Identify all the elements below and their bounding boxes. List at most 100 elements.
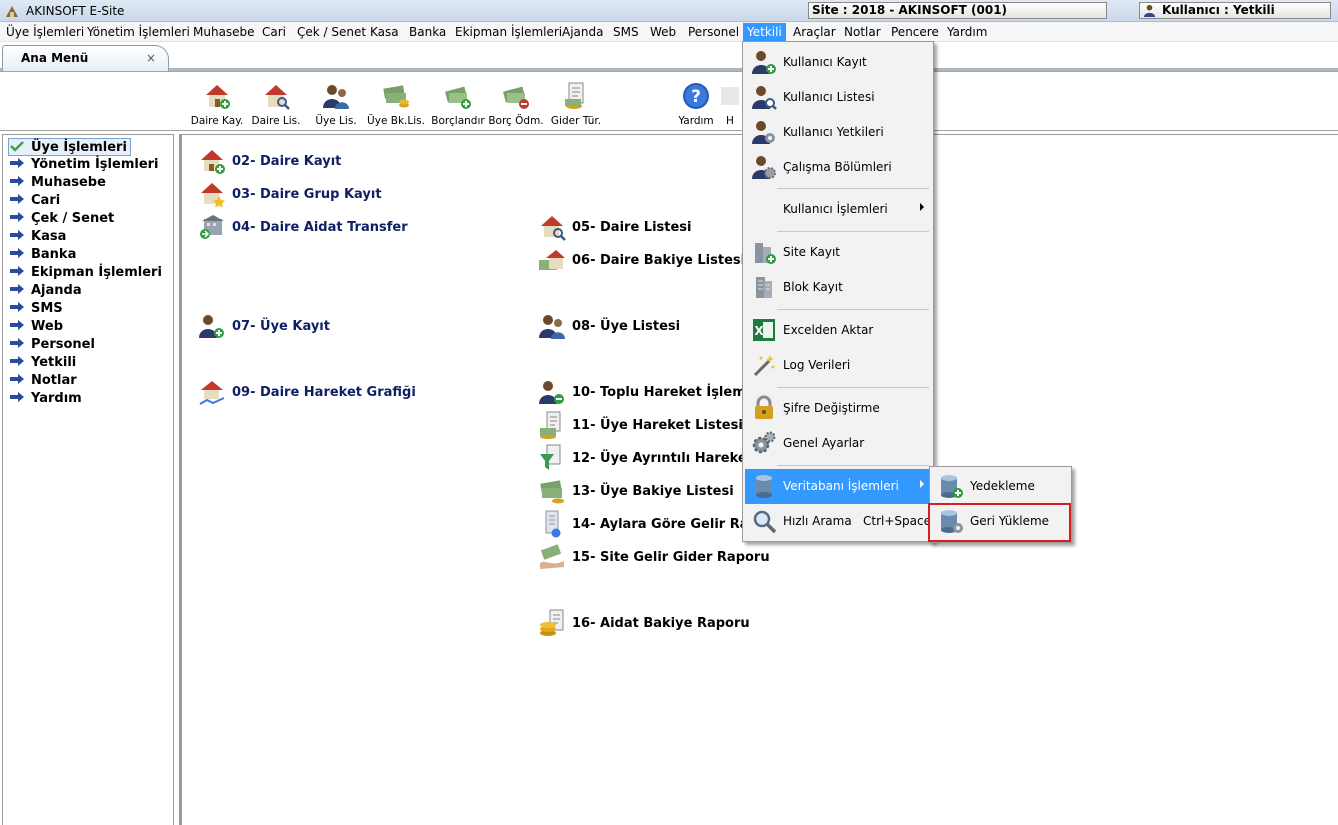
sidebar-item-label: Personel: [31, 337, 95, 352]
menu-muhasebe[interactable]: Muhasebe: [189, 23, 259, 41]
sidebar-item-cek-senet[interactable]: Çek / Senet: [9, 210, 114, 228]
menu-item-genel-ayarlar[interactable]: Genel Ayarlar: [745, 426, 931, 461]
submenu-arrow-icon: [920, 480, 924, 488]
building-transfer-icon: [200, 215, 224, 239]
menu-personel[interactable]: Personel: [684, 23, 743, 41]
menu-separator: [777, 465, 929, 466]
content-item-label: 08- Üye Listesi: [572, 319, 681, 334]
menu-item-excelden-aktar[interactable]: X Excelden Aktar: [745, 313, 931, 348]
document-money-icon: [540, 411, 561, 439]
toolbar-daire-kayit-button[interactable]: Daire Kay.: [189, 81, 245, 129]
menu-item-calisma-bolumleri[interactable]: Çalışma Bölümleri: [745, 150, 931, 185]
house-chart-icon: [199, 381, 225, 405]
window-title: AKINSOFT E-Site: [26, 4, 125, 18]
sidebar-item-yonetim-islemleri[interactable]: Yönetim İşlemleri: [9, 156, 159, 174]
menu-item-label: Kullanıcı Yetkileri: [783, 125, 884, 139]
menu-yetkili[interactable]: Yetkili: [743, 23, 786, 41]
menu-uye-islemleri[interactable]: Üye İşlemleri: [2, 23, 88, 41]
sidebar-item-uye-islemleri[interactable]: Üye İşlemleri: [8, 138, 131, 156]
menu-item-log-verileri[interactable]: Log Verileri: [745, 348, 931, 383]
toolbar-truncated-button[interactable]: H: [715, 81, 745, 129]
sidebar-item-web[interactable]: Web: [9, 318, 63, 336]
tab-ana-menu[interactable]: Ana Menü ×: [2, 45, 169, 71]
content-item-label: 04- Daire Aidat Transfer: [232, 220, 408, 235]
menu-sms[interactable]: SMS: [609, 23, 643, 41]
toolbar-uye-bakiye-listesi-button[interactable]: Üye Bk.Lis.: [367, 81, 425, 129]
toolbar-gider-turleri-button[interactable]: Gider Tür.: [548, 81, 604, 129]
menu-item-label: Şifre Değiştirme: [783, 401, 880, 415]
toolbar-daire-listesi-button[interactable]: Daire Lis.: [248, 81, 304, 129]
toolbar-uye-listesi-button[interactable]: Üye Lis.: [308, 81, 364, 129]
sidebar-item-label: Notlar: [31, 373, 77, 388]
menu-item-sifre-degistirme[interactable]: Şifre Değiştirme: [745, 391, 931, 426]
menu-ekipman-islemleri[interactable]: Ekipman İşlemleri: [451, 23, 566, 41]
menu-item-hizli-arama[interactable]: Hızlı Arama Ctrl+Space: [745, 504, 931, 539]
sidebar-item-label: Muhasebe: [31, 175, 106, 190]
user-indicator[interactable]: Kullanıcı : Yetkili: [1139, 2, 1331, 19]
toolbar-borc-odeme-button[interactable]: Borç Ödm.: [488, 81, 544, 129]
toolbar: Daire Kay. Daire Lis. Üye Lis. Üye Bk.Li…: [0, 71, 1338, 131]
house-money-icon: [539, 250, 565, 270]
database-icon: [756, 475, 772, 498]
sidebar-item-ajanda[interactable]: Ajanda: [9, 282, 82, 300]
site-indicator[interactable]: Site : 2018 - AKINSOFT (001): [808, 2, 1107, 19]
sidebar-item-yetkili[interactable]: Yetkili: [9, 354, 76, 372]
sidebar-item-yardim[interactable]: Yardım: [9, 390, 82, 408]
menu-item-kullanici-listesi[interactable]: Kullanıcı Listesi: [745, 80, 931, 115]
menu-araclar[interactable]: Araçlar: [789, 23, 840, 41]
menu-item-label: Kullanıcı Listesi: [783, 90, 875, 104]
menu-item-kullanici-yetkileri[interactable]: Kullanıcı Yetkileri: [745, 115, 931, 150]
menu-item-veritabani-islemleri[interactable]: Veritabanı İşlemleri: [745, 469, 931, 504]
users-process-icon: [539, 381, 564, 404]
arrow-right-icon: [10, 158, 24, 168]
menu-kasa[interactable]: Kasa: [366, 23, 403, 41]
menu-separator: [777, 309, 929, 310]
coins-report-icon: [540, 609, 564, 636]
users-icon: [539, 315, 565, 339]
user-search-icon: [752, 86, 777, 110]
content-item-label: 06- Daire Bakiye Listesi: [572, 253, 746, 268]
lock-icon: [755, 395, 773, 419]
menu-item-site-kayit[interactable]: Site Kayıt: [745, 235, 931, 270]
sidebar-item-label: Yetkili: [31, 355, 77, 370]
sidebar-item-banka[interactable]: Banka: [9, 246, 76, 264]
search-icon: [753, 510, 777, 534]
sidebar-item-cari[interactable]: Cari: [9, 192, 60, 210]
arrow-right-icon: [10, 320, 24, 330]
sidebar-item-kasa[interactable]: Kasa: [9, 228, 66, 246]
toolbar-icon: [721, 87, 739, 105]
svg-text:?: ?: [691, 87, 701, 107]
sidebar-item-ekipman-islemleri[interactable]: Ekipman İşlemleri: [9, 264, 162, 282]
user-icon: [1143, 4, 1156, 17]
menu-item-blok-kayit[interactable]: Blok Kayıt: [745, 270, 931, 305]
menu-item-kullanici-kayit[interactable]: Kullanıcı Kayıt: [745, 45, 931, 80]
menu-ajanda[interactable]: Ajanda: [558, 23, 607, 41]
content-item-label: 14- Aylara Göre Gelir Rapo: [572, 517, 767, 532]
sidebar-item-notlar[interactable]: Notlar: [9, 372, 77, 390]
menu-item-kullanici-islemleri[interactable]: Kullanıcı İşlemleri: [745, 192, 931, 227]
sidebar: Üye İşlemleri Yönetim İşlemleri Muhasebe…: [2, 134, 174, 825]
house-add-icon: [201, 150, 225, 174]
database-add-icon: [941, 475, 963, 498]
menu-banka[interactable]: Banka: [405, 23, 450, 41]
menu-cari[interactable]: Cari: [258, 23, 290, 41]
arrow-right-icon: [10, 284, 24, 294]
sidebar-item-muhasebe[interactable]: Muhasebe: [9, 174, 106, 192]
menu-pencere[interactable]: Pencere: [887, 23, 943, 41]
menu-notlar[interactable]: Notlar: [840, 23, 885, 41]
content-item-label: 03- Daire Grup Kayıt: [232, 187, 382, 202]
money-icon: [383, 85, 409, 108]
submenu-item-yedekleme[interactable]: Yedekleme: [932, 469, 1069, 504]
menu-yardim[interactable]: Yardım: [943, 23, 991, 41]
menu-separator: [777, 387, 929, 388]
sidebar-item-sms[interactable]: SMS: [9, 300, 63, 318]
menu-item-label: Excelden Aktar: [783, 323, 874, 337]
sidebar-item-label: Ajanda: [31, 283, 82, 298]
sidebar-item-label: Yardım: [31, 391, 82, 406]
close-icon[interactable]: ×: [146, 51, 156, 65]
sidebar-item-personel[interactable]: Personel: [9, 336, 95, 354]
checkmark-icon: [10, 141, 24, 152]
menu-yonetim-islemleri[interactable]: Yönetim İşlemleri: [83, 23, 194, 41]
menu-web[interactable]: Web: [646, 23, 680, 41]
menu-cek-senet[interactable]: Çek / Senet: [293, 23, 370, 41]
